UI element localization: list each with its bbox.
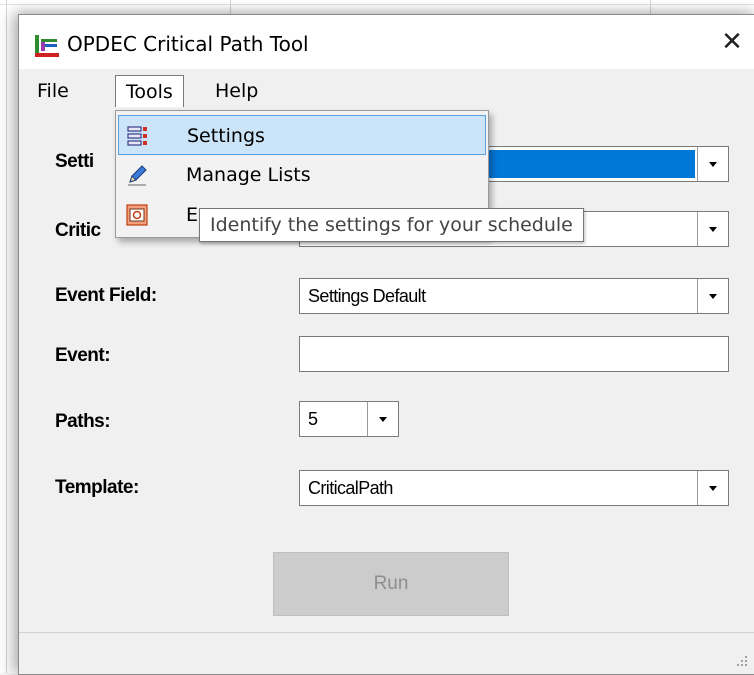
menu-help[interactable]: Help (205, 75, 268, 107)
export-icon (126, 204, 148, 226)
paths-select[interactable]: 5 (299, 401, 399, 437)
event-input[interactable] (299, 336, 729, 372)
event-field-label: Event Field: (55, 285, 157, 306)
app-logo-icon (35, 35, 59, 57)
menu-item-settings-label: Settings (187, 125, 265, 147)
edit-pencil-icon (128, 165, 147, 186)
menu-item-manage-lists-label: Manage Lists (186, 164, 311, 186)
chevron-down-icon[interactable] (697, 147, 728, 181)
event-label: Event: (55, 345, 111, 366)
background-gridline (6, 0, 7, 673)
resize-grip-icon[interactable] (735, 654, 749, 668)
menu-bar: File Tools Help (19, 69, 754, 111)
template-value: CriticalPath (308, 478, 393, 498)
chevron-down-icon[interactable] (697, 471, 728, 505)
background-gridline (0, 4, 754, 5)
menu-file[interactable]: File (27, 75, 79, 107)
event-field-value: Settings Default (308, 286, 426, 306)
menu-tools[interactable]: Tools (115, 75, 184, 107)
settings-tooltip: Identify the settings for your schedule (199, 208, 584, 242)
close-button[interactable]: ✕ (709, 15, 754, 69)
critical-label: Critic (55, 220, 101, 241)
paths-value: 5 (308, 409, 318, 429)
title-bar: OPDEC Critical Path Tool ✕ (19, 15, 754, 69)
menu-item-export-label: E (186, 204, 199, 226)
run-button[interactable]: Run (273, 552, 509, 616)
template-select[interactable]: CriticalPath (299, 470, 729, 506)
paths-label: Paths: (55, 411, 111, 432)
menu-item-settings[interactable]: Settings (118, 115, 486, 155)
menu-item-manage-lists[interactable]: Manage Lists (118, 155, 486, 195)
event-field-select[interactable]: Settings Default (299, 278, 729, 314)
chevron-down-icon[interactable] (697, 279, 728, 313)
settings-label: Setti (55, 151, 94, 172)
window-title: OPDEC Critical Path Tool (67, 32, 309, 56)
chevron-down-icon[interactable] (697, 212, 728, 246)
status-bar-divider (19, 632, 754, 633)
settings-list-icon (127, 126, 147, 146)
main-window: OPDEC Critical Path Tool ✕ File Tools He… (18, 14, 754, 675)
template-label: Template: (55, 477, 139, 498)
chevron-down-icon[interactable] (367, 402, 398, 436)
